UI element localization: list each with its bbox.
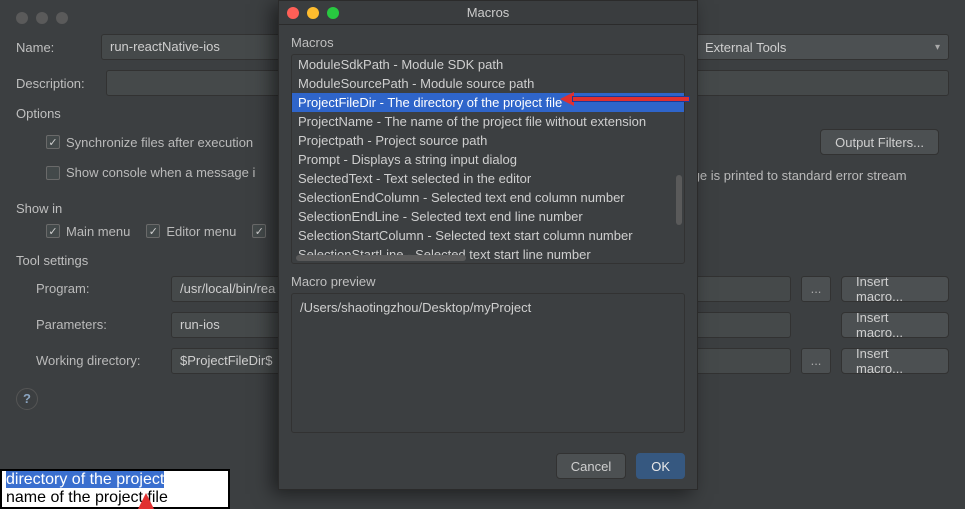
- cancel-button[interactable]: Cancel: [556, 453, 626, 479]
- chevron-down-icon: ▾: [935, 42, 940, 53]
- insert-macro-button[interactable]: Insert macro...: [841, 312, 949, 338]
- checkbox-icon[interactable]: [46, 224, 60, 238]
- macro-list-item[interactable]: SelectionEndLine - Selected text end lin…: [292, 207, 684, 226]
- annotation-arrow-up-icon: [138, 493, 154, 509]
- insert-macro-button[interactable]: Insert macro...: [841, 348, 949, 374]
- macros-dialog: Macros Macros ModuleSdkPath - Module SDK…: [278, 0, 698, 490]
- ok-button[interactable]: OK: [636, 453, 685, 479]
- strip-line1: directory of the project: [6, 471, 164, 488]
- program-label: Program:: [16, 281, 161, 296]
- help-icon[interactable]: ?: [16, 388, 38, 410]
- mainmenu-checkbox[interactable]: Main menu: [46, 224, 130, 239]
- browse-button[interactable]: ...: [801, 348, 831, 374]
- category-value: External Tools: [705, 40, 786, 55]
- checkbox-icon[interactable]: [146, 224, 160, 238]
- background-strip: directory of the project name of the pro…: [0, 469, 230, 509]
- output-filters-button[interactable]: Output Filters...: [820, 129, 939, 155]
- modal-title: Macros: [279, 5, 697, 20]
- macro-list-item[interactable]: Prompt - Displays a string input dialog: [292, 150, 684, 169]
- editormenu-checkbox[interactable]: Editor menu: [146, 224, 236, 239]
- macro-list-item[interactable]: ModuleSourcePath - Module source path: [292, 74, 684, 93]
- modal-titlebar[interactable]: Macros: [279, 1, 697, 25]
- macro-list-item[interactable]: SelectionEndColumn - Selected text end c…: [292, 188, 684, 207]
- name-label: Name:: [16, 40, 91, 55]
- browse-button[interactable]: ...: [801, 276, 831, 302]
- macros-group-label: Macros: [291, 35, 685, 50]
- macro-list-item[interactable]: Projectpath - Project source path: [292, 131, 684, 150]
- horizontal-scrollbar[interactable]: [296, 255, 466, 261]
- category-combo[interactable]: External Tools ▾: [696, 34, 949, 60]
- checkbox-icon[interactable]: [252, 224, 266, 238]
- mainmenu-label: Main menu: [66, 224, 130, 239]
- third-checkbox[interactable]: [252, 224, 266, 239]
- zoom-icon[interactable]: [56, 12, 68, 24]
- workdir-label: Working directory:: [16, 353, 161, 368]
- macro-list-item[interactable]: SelectionStartColumn - Selected text sta…: [292, 226, 684, 245]
- description-label: Description:: [16, 76, 96, 91]
- macro-list-item[interactable]: SelectedText - Text selected in the edit…: [292, 169, 684, 188]
- insert-macro-button[interactable]: Insert macro...: [841, 276, 949, 302]
- macro-list-item[interactable]: ProjectFileDir - The directory of the pr…: [292, 93, 684, 112]
- macros-list[interactable]: ModuleSdkPath - Module SDK pathModuleSou…: [291, 54, 685, 264]
- parameters-label: Parameters:: [16, 317, 161, 332]
- vertical-scrollbar[interactable]: [676, 175, 682, 225]
- preview-value: /Users/shaotingzhou/Desktop/myProject: [300, 300, 531, 315]
- sync-label: Synchronize files after execution: [66, 135, 253, 150]
- macro-list-item[interactable]: ModuleSdkPath - Module SDK path: [292, 55, 684, 74]
- sync-checkbox-row[interactable]: Synchronize files after execution: [46, 135, 253, 150]
- preview-label: Macro preview: [291, 274, 685, 289]
- minimize-icon[interactable]: [36, 12, 48, 24]
- name-value: run-reactNative-ios: [110, 39, 220, 54]
- show-console-label: Show console when a message i: [66, 165, 255, 180]
- show-console-checkbox-row[interactable]: Show console when a message i: [46, 165, 255, 180]
- macro-preview: /Users/shaotingzhou/Desktop/myProject: [291, 293, 685, 433]
- macro-list-item[interactable]: ProjectName - The name of the project fi…: [292, 112, 684, 131]
- editormenu-label: Editor menu: [166, 224, 236, 239]
- close-icon[interactable]: [16, 12, 28, 24]
- show-console-tail: sage is printed to standard error stream: [679, 168, 907, 183]
- checkbox-icon[interactable]: [46, 166, 60, 180]
- checkbox-icon[interactable]: [46, 135, 60, 149]
